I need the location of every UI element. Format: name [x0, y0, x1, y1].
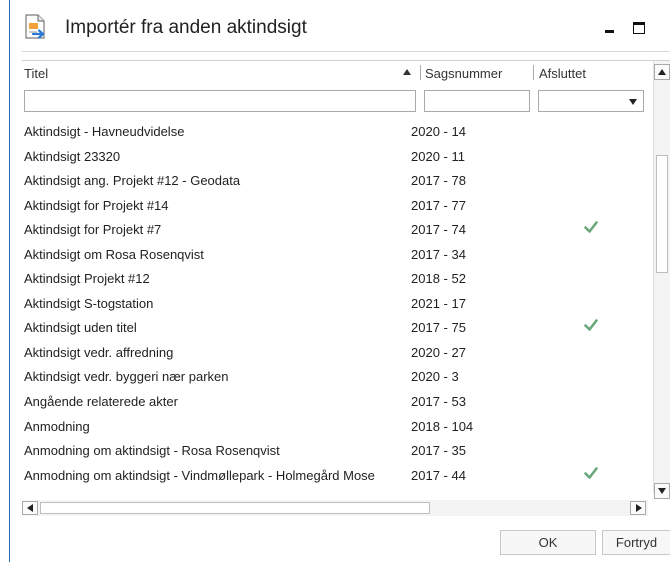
checkmark-icon: [584, 466, 598, 479]
cancel-button[interactable]: Fortryd: [602, 530, 670, 555]
column-divider[interactable]: [533, 65, 534, 80]
minimize-icon: [604, 29, 614, 33]
horizontal-scrollbar[interactable]: [22, 500, 648, 516]
row-title: Aktindsigt 23320: [24, 148, 121, 164]
row-case-number: 2020 - 27: [411, 344, 466, 360]
row-case-number: 2018 - 104: [411, 418, 474, 434]
row-case-number: 2017 - 44: [411, 467, 466, 483]
scroll-up-button[interactable]: [654, 64, 670, 80]
window-title: Importér fra anden aktindsigt: [65, 17, 307, 38]
case-number-filter-input[interactable]: [424, 90, 530, 112]
column-header-title[interactable]: Titel: [24, 66, 48, 81]
table-row[interactable]: Aktindsigt - Havneudvidelse 2020 - 14: [22, 119, 652, 144]
table-row[interactable]: Anmodning om aktindsigt - Rosa Rosenqvis…: [22, 438, 652, 463]
filter-row: [22, 90, 652, 114]
row-title: Aktindsigt om Rosa Rosenqvist: [24, 246, 204, 262]
row-title: Aktindsigt for Projekt #14: [24, 197, 169, 213]
sort-ascending-icon: [403, 69, 411, 75]
cases-grid: Titel Sagsnummer Afsluttet Aktindsigt - …: [22, 60, 670, 500]
row-case-number: 2020 - 11: [411, 148, 465, 164]
maximize-icon: [633, 22, 645, 34]
row-case-number: 2020 - 3: [411, 369, 459, 385]
column-header-closed[interactable]: Afsluttet: [539, 66, 586, 81]
row-title: Aktindsigt uden titel: [24, 320, 137, 336]
table-row[interactable]: Aktindsigt 23320 2020 - 11: [22, 144, 652, 169]
minimize-button[interactable]: [595, 14, 623, 42]
table-row[interactable]: Aktindsigt ang. Projekt #12 - Geodata 201…: [22, 168, 652, 193]
row-case-number: 2017 - 34: [411, 246, 466, 262]
table-row[interactable]: Aktindsigt uden titel 2017 - 75: [22, 315, 652, 340]
closed-filter-select[interactable]: [538, 90, 644, 112]
row-case-number: 2017 - 53: [411, 394, 466, 410]
maximize-button[interactable]: [625, 14, 653, 42]
row-case-number: 2017 - 78: [411, 173, 466, 189]
checkmark-icon: [584, 319, 598, 332]
vertical-scroll-thumb[interactable]: [656, 155, 668, 273]
row-case-number: 2020 - 14: [411, 124, 466, 139]
checkmark-icon: [584, 221, 598, 233]
column-header-case-number[interactable]: Sagsnummer: [425, 66, 502, 81]
row-title: Anmodning om aktindsigt - Vindmøllepark …: [24, 467, 375, 483]
row-title: Aktindsigt S-togstation: [24, 295, 154, 311]
row-title: Aktindsigt vedr. byggeri nær parken: [24, 369, 229, 385]
row-title: Aktindsigt - Havneudvidelse: [24, 124, 185, 139]
row-title: Angående relaterede akter: [24, 394, 178, 410]
row-case-number: 2017 - 75: [411, 320, 466, 336]
table-row[interactable]: Anmodning 2018 - 104: [22, 414, 652, 439]
table-row[interactable]: Aktindsigt Projekt #12 2018 - 52: [22, 266, 652, 291]
row-case-number: 2018 - 52: [411, 271, 466, 287]
table-row[interactable]: Aktindsigt for Projekt #14 2017 - 77: [22, 193, 652, 218]
row-title: Anmodning om aktindsigt - Rosa Rosenqvis…: [24, 443, 280, 459]
table-row[interactable]: Anmodning om aktindsigt - Vindmøllepark …: [22, 463, 652, 488]
table-row[interactable]: Aktindsigt vedr. affredning 2020 - 27: [22, 340, 652, 365]
row-title: Aktindsigt ang. Projekt #12 - Geodata: [24, 173, 241, 189]
close-button[interactable]: ×: [660, 14, 670, 42]
row-case-number: 2017 - 74: [411, 222, 466, 238]
title-separator: [22, 51, 670, 52]
scroll-right-button[interactable]: [630, 501, 646, 515]
scroll-left-button[interactable]: [22, 501, 38, 515]
title-bar: Importér fra anden aktindsigt ×: [10, 0, 670, 58]
row-title: Aktindsigt for Projekt #7: [24, 222, 162, 238]
vertical-scrollbar[interactable]: [653, 61, 670, 499]
row-case-number: 2017 - 35: [411, 443, 466, 459]
ok-button[interactable]: OK: [500, 530, 596, 555]
scroll-down-button[interactable]: [654, 483, 670, 499]
dropdown-arrow-icon: [629, 99, 637, 105]
grid-rows: Aktindsigt - Havneudvidelse 2020 - 14 Akti…: [22, 119, 652, 487]
title-filter-input[interactable]: [24, 90, 416, 112]
table-row[interactable]: Aktindsigt vedr. byggeri nær parken 2020 …: [22, 364, 652, 389]
column-divider[interactable]: [420, 65, 421, 80]
horizontal-scroll-thumb[interactable]: [40, 502, 430, 514]
table-row[interactable]: Angående relaterede akter 2017 - 53: [22, 389, 652, 414]
window-left-border: [9, 0, 10, 562]
import-document-icon: [25, 14, 45, 39]
row-title: Aktindsigt Projekt #12: [24, 271, 150, 287]
table-row[interactable]: Aktindsigt S-togstation 2021 - 17: [22, 291, 652, 316]
grid-header: Titel Sagsnummer Afsluttet: [22, 61, 652, 85]
row-title: Anmodning: [24, 418, 90, 434]
row-case-number: 2017 - 77: [411, 197, 466, 213]
row-case-number: 2021 - 17: [411, 295, 466, 311]
table-row[interactable]: Aktindsigt om Rosa Rosenqvist 2017 - 34: [22, 242, 652, 267]
row-title: Aktindsigt vedr. affredning: [24, 344, 174, 360]
table-row[interactable]: Aktindsigt for Projekt #7 2017 - 74: [22, 217, 652, 242]
